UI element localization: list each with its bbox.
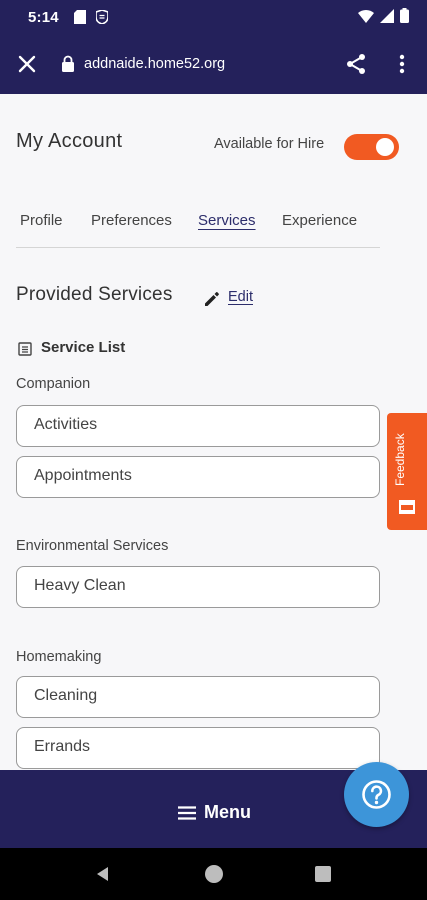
service-item-label: Appointments: [34, 467, 132, 484]
service-item[interactable]: Heavy Clean: [16, 566, 380, 608]
category-label: Companion: [16, 376, 91, 392]
help-icon: [362, 780, 391, 809]
battery-icon: [400, 8, 409, 23]
account-tabs: Profile Preferences Services Experience: [16, 210, 380, 248]
help-button[interactable]: [344, 762, 409, 827]
edit-link[interactable]: Edit: [228, 289, 253, 305]
lock-icon: [62, 55, 74, 72]
feedback-tab[interactable]: Feedback: [387, 413, 427, 530]
service-list-title: Service List: [41, 339, 126, 356]
service-item-label: Heavy Clean: [34, 577, 126, 594]
service-item[interactable]: Activities: [16, 405, 380, 447]
pencil-icon[interactable]: [203, 290, 221, 308]
tab-preferences[interactable]: Preferences: [91, 212, 172, 229]
page-title: My Account: [16, 130, 123, 152]
service-item-label: Activities: [34, 416, 98, 433]
wifi-icon: [358, 9, 374, 23]
list-icon: [18, 342, 32, 356]
toggle-knob: [376, 138, 394, 156]
tab-profile[interactable]: Profile: [20, 212, 63, 229]
feedback-icon: [399, 500, 415, 514]
sd-card-icon: [74, 10, 86, 24]
signal-icon: [380, 8, 394, 23]
section-title: Provided Services: [16, 284, 173, 305]
service-item[interactable]: Errands: [16, 727, 380, 769]
tab-services[interactable]: Services: [198, 212, 256, 229]
status-time: 5:14: [28, 9, 59, 26]
shield-icon: [96, 10, 108, 24]
menu-button[interactable]: Menu: [178, 802, 251, 823]
status-bar: 5:14: [0, 0, 427, 36]
hamburger-icon: [178, 805, 196, 820]
close-icon[interactable]: [16, 53, 38, 75]
service-item[interactable]: Appointments: [16, 456, 380, 498]
service-item-label: Cleaning: [34, 687, 98, 704]
url-text[interactable]: addnaide.home52.org: [84, 56, 225, 72]
home-icon[interactable]: [205, 865, 223, 883]
system-nav-bar: [0, 848, 427, 900]
service-item-label: Errands: [34, 738, 91, 755]
available-for-hire-toggle[interactable]: [344, 134, 399, 160]
browser-toolbar: addnaide.home52.org: [0, 36, 427, 94]
back-icon[interactable]: [95, 866, 111, 882]
tab-experience[interactable]: Experience: [282, 212, 357, 229]
service-item[interactable]: Cleaning: [16, 676, 380, 718]
menu-label: Menu: [204, 802, 251, 822]
feedback-label: Feedback: [393, 433, 407, 486]
recent-apps-icon[interactable]: [315, 866, 331, 882]
share-icon[interactable]: [344, 52, 368, 76]
page-content: My Account Available for Hire Profile Pr…: [0, 94, 427, 770]
more-vert-icon[interactable]: [394, 53, 410, 75]
category-label: Homemaking: [16, 649, 102, 665]
hire-label: Available for Hire: [214, 136, 325, 152]
category-label: Environmental Services: [16, 538, 169, 554]
